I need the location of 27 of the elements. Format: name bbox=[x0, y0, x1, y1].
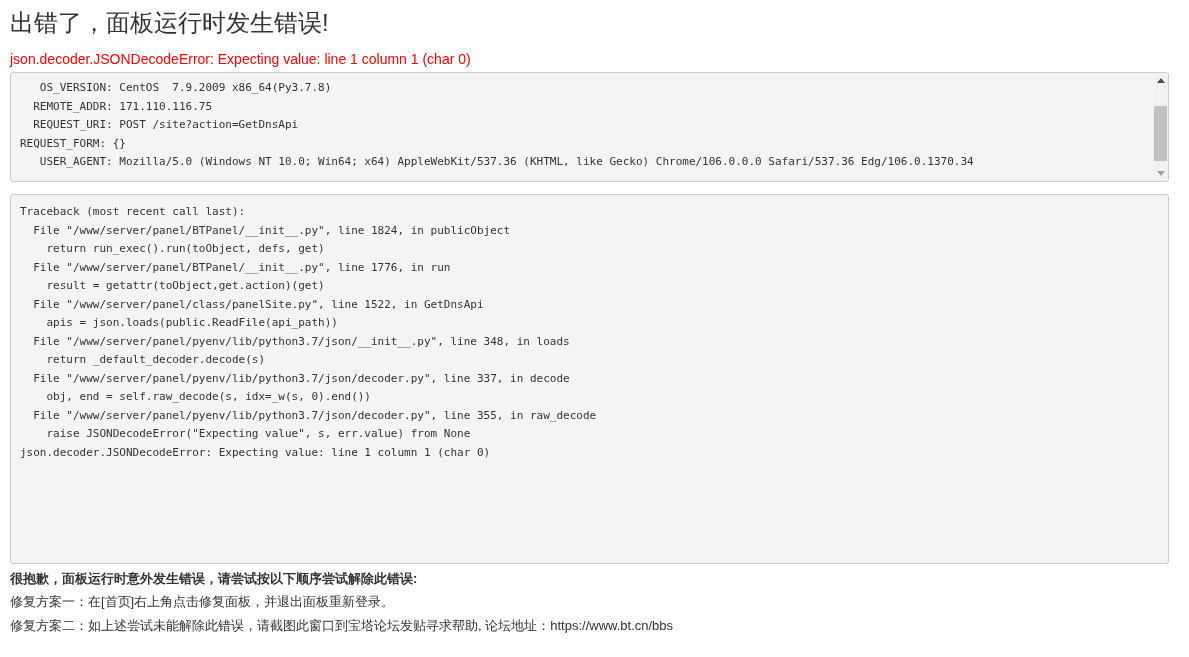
code-line: File "/www/server/panel/BTPanel/__init__.py", line 1824, in publicObject bbox=[32, 222, 512, 239]
help-heading: 很抱歉，面板运行时意外发生错误，请尝试按以下顺序尝试解除此错误: bbox=[10, 570, 419, 588]
help-step: 修复方案一：在[首页]右上角点击修复面板，并退出面板重新登录。 bbox=[10, 590, 1169, 614]
code-line: OS_VERSION: CentOS 7.9.2009 x86_64(Py3.7.8) bbox=[38, 80, 333, 96]
code-line: return run_exec().run(toObject, defs, get) bbox=[45, 241, 326, 257]
code-line: File "/www/server/panel/pyenv/lib/python3.7/json/__init__.py", line 348, in loads bbox=[32, 333, 571, 350]
code-line: raise JSONDecodeError("Expecting value", s, err.value) from None bbox=[45, 426, 472, 442]
scroll-up-icon[interactable] bbox=[1156, 78, 1165, 83]
code-line: Traceback (most recent call last): bbox=[20, 204, 247, 220]
code-line: USER_AGENT: Mozilla/5.0 (Windows NT 10.0; Win64; x64) AppleWebKit/537.36 (KHTML, like Gecko) Chrome/106.0.0.0 Safari/537.36 Edg/106.0.1370.34 bbox=[38, 154, 975, 170]
code-line: File "/www/server/panel/pyenv/lib/python3.7/json/decoder.py", line 355, in raw_decode bbox=[32, 407, 598, 424]
code-line: File "/www/server/panel/pyenv/lib/python3.7/json/decoder.py", line 337, in decode bbox=[32, 370, 571, 387]
code-line: REQUEST_URI: POST /site?action=GetDnsApi bbox=[32, 117, 300, 133]
code-line: obj, end = self.raw_decode(s, idx=_w(s, 0).end()) bbox=[45, 389, 372, 405]
error-message: json.decoder.JSONDecodeError: Expecting value: line 1 column 1 (char 0) bbox=[10, 50, 472, 68]
help-step: 修复方案二：如上述尝试未能解除此错误，请截图此窗口到宝塔论坛发贴寻求帮助, 论坛地址：https://www.bt.cn/bbs bbox=[10, 614, 1169, 638]
code-line: REQUEST_FORM: {} bbox=[20, 135, 127, 152]
code-line: result = getattr(toObject,get.action)(get) bbox=[45, 278, 326, 294]
page-title: 出错了，面板运行时发生错误! bbox=[10, 8, 330, 38]
code-line: apis = json.loads(public.ReadFile(api_path)) bbox=[45, 315, 339, 331]
code-line: File "/www/server/panel/class/panelSite.py", line 1522, in GetDnsApi bbox=[32, 296, 485, 313]
code-line: REMOTE_ADDR: 171.110.116.75 bbox=[32, 98, 214, 115]
scrollbar[interactable] bbox=[1153, 73, 1168, 181]
code-line: json.decoder.JSONDecodeError: Expecting value: line 1 column 1 (char 0) bbox=[20, 444, 492, 461]
code-line: File "/www/server/panel/BTPanel/__init__.py", line 1776, in run bbox=[32, 259, 452, 276]
scroll-down-icon[interactable] bbox=[1156, 171, 1165, 176]
code-line: return _default_decoder.decode(s) bbox=[45, 352, 267, 368]
